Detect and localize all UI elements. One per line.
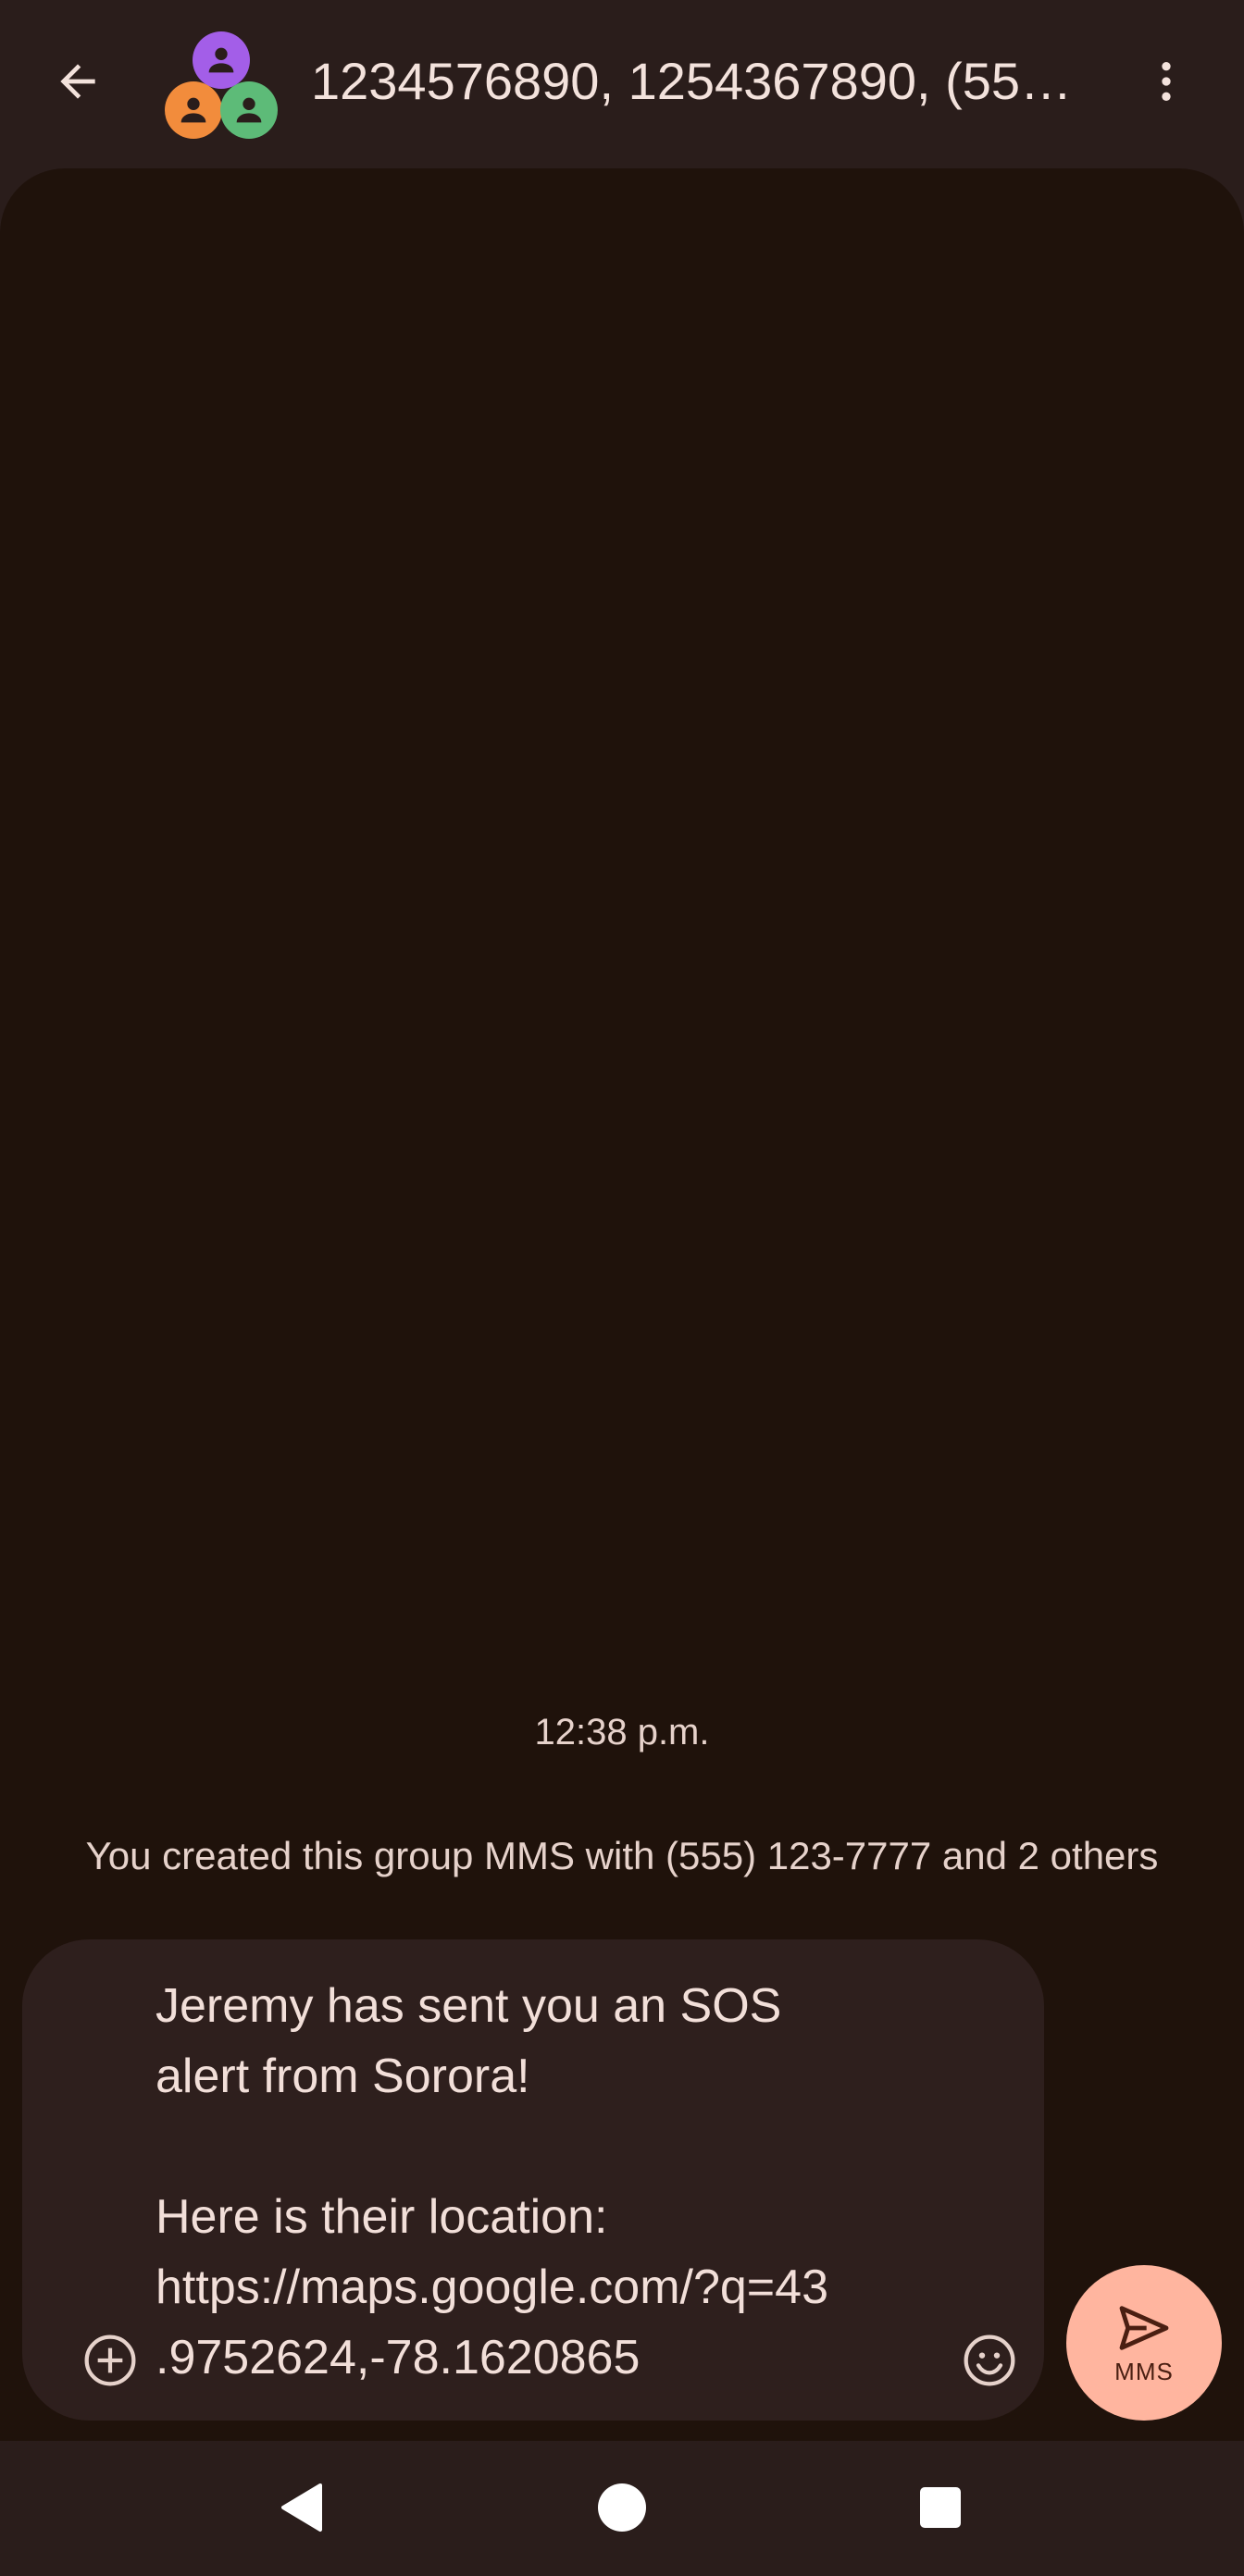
message-timestamp: 12:38 p.m. <box>534 1712 710 1752</box>
nav-recents-button[interactable] <box>894 2461 987 2554</box>
group-created-notice: You created this group MMS with (555) 12… <box>85 1834 1159 1877</box>
avatar <box>220 81 278 139</box>
message-draft-text[interactable]: Jeremy has sent you an SOS alert from So… <box>156 1971 914 2393</box>
nav-home-button[interactable] <box>576 2461 668 2554</box>
emoji-icon <box>964 2334 1015 2386</box>
send-icon <box>1119 2305 1169 2350</box>
arrow-back-icon <box>60 64 95 99</box>
nav-home-icon <box>598 2483 646 2532</box>
attach-button[interactable] <box>59 2310 161 2411</box>
group-avatar[interactable] <box>163 30 281 141</box>
compose-field[interactable]: Jeremy has sent you an SOS alert from So… <box>22 1939 1044 2421</box>
nav-back-icon <box>281 2483 322 2532</box>
avatar <box>193 31 250 89</box>
back-button[interactable] <box>37 41 118 122</box>
more-vert-icon <box>1162 62 1171 101</box>
send-mms-button[interactable]: MMS <box>1066 2265 1222 2421</box>
top-app-bar: 1234576890, 1254367890, (55… <box>0 0 1244 167</box>
conversation-title[interactable]: 1234576890, 1254367890, (55… <box>311 46 1079 117</box>
avatar <box>165 81 222 139</box>
more-options-button[interactable] <box>1126 41 1207 122</box>
person-icon <box>236 97 262 123</box>
nav-back-button[interactable] <box>255 2461 348 2554</box>
nav-recents-icon <box>920 2487 961 2528</box>
person-icon <box>208 47 234 73</box>
add-circle-icon <box>84 2334 136 2386</box>
system-navigation-bar <box>0 2441 1244 2576</box>
emoji-button[interactable] <box>939 2310 1040 2411</box>
person-icon <box>180 97 206 123</box>
send-type-label: MMS <box>1114 2357 1174 2385</box>
